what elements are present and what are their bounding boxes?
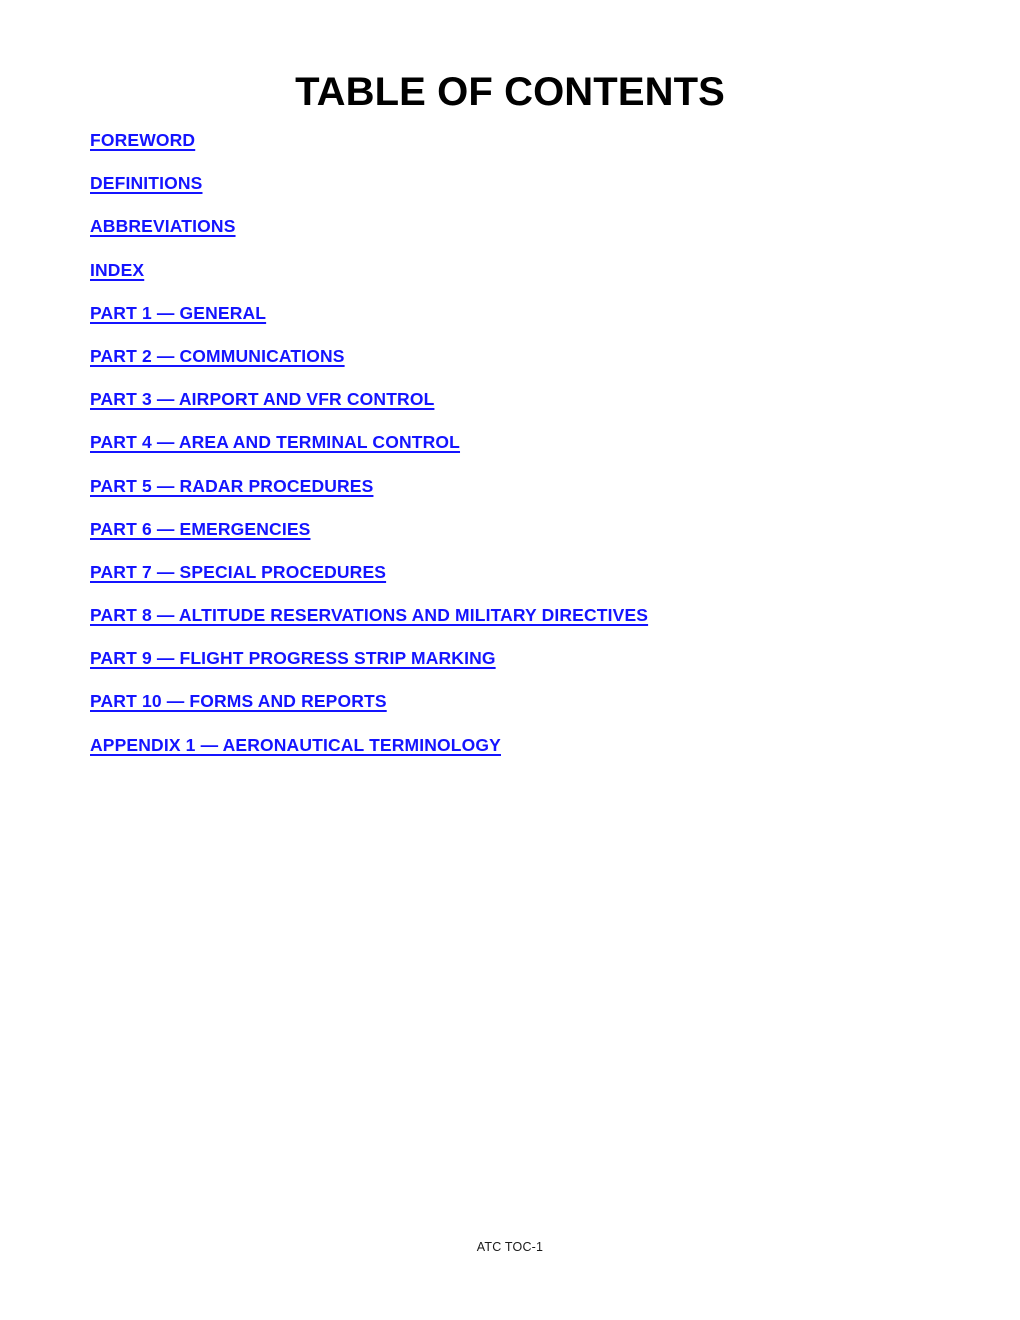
table-of-contents-list: FOREWORD DEFINITIONS ABBREVIATIONS INDEX… bbox=[90, 128, 950, 776]
toc-link-part-8-altitude-reservations-and-military-directives[interactable]: PART 8 — ALTITUDE RESERVATIONS AND MILIT… bbox=[90, 603, 648, 627]
list-item: PART 6 — EMERGENCIES bbox=[90, 517, 950, 560]
list-item: ABBREVIATIONS bbox=[90, 214, 950, 257]
list-item: PART 3 — AIRPORT AND VFR CONTROL bbox=[90, 387, 950, 430]
page-title: TABLE OF CONTENTS bbox=[295, 69, 725, 114]
toc-link-abbreviations[interactable]: ABBREVIATIONS bbox=[90, 214, 236, 238]
toc-link-definitions[interactable]: DEFINITIONS bbox=[90, 171, 203, 195]
list-item: PART 5 — RADAR PROCEDURES bbox=[90, 474, 950, 517]
list-item: PART 1 — GENERAL bbox=[90, 301, 950, 344]
toc-link-part-9-flight-progress-strip-marking[interactable]: PART 9 — FLIGHT PROGRESS STRIP MARKING bbox=[90, 646, 496, 670]
toc-link-part-6-emergencies[interactable]: PART 6 — EMERGENCIES bbox=[90, 517, 311, 541]
list-item: PART 2 — COMMUNICATIONS bbox=[90, 344, 950, 387]
toc-link-part-5-radar-procedures[interactable]: PART 5 — RADAR PROCEDURES bbox=[90, 474, 373, 498]
list-item: PART 8 — ALTITUDE RESERVATIONS AND MILIT… bbox=[90, 603, 950, 646]
page-footer: ATC TOC-1 bbox=[476, 1240, 544, 1254]
toc-link-part-10-forms-and-reports[interactable]: PART 10 — FORMS AND REPORTS bbox=[90, 689, 387, 713]
list-item: DEFINITIONS bbox=[90, 171, 950, 214]
document-page: TABLE OF CONTENTS FOREWORD DEFINITIONS A… bbox=[0, 0, 1020, 1320]
toc-link-foreword[interactable]: FOREWORD bbox=[90, 128, 195, 152]
list-item: PART 4 — AREA AND TERMINAL CONTROL bbox=[90, 430, 950, 473]
toc-link-part-7-special-procedures[interactable]: PART 7 — SPECIAL PROCEDURES bbox=[90, 560, 386, 584]
list-item: PART 9 — FLIGHT PROGRESS STRIP MARKING bbox=[90, 646, 950, 689]
toc-link-part-2-communications[interactable]: PART 2 — COMMUNICATIONS bbox=[90, 344, 345, 368]
toc-link-part-4-area-and-terminal-control[interactable]: PART 4 — AREA AND TERMINAL CONTROL bbox=[90, 430, 460, 454]
list-item: PART 7 — SPECIAL PROCEDURES bbox=[90, 560, 950, 603]
list-item: APPENDIX 1 — AERONAUTICAL TERMINOLOGY bbox=[90, 733, 950, 776]
toc-link-part-3-airport-and-vfr-control[interactable]: PART 3 — AIRPORT AND VFR CONTROL bbox=[90, 387, 434, 411]
list-item: PART 10 — FORMS AND REPORTS bbox=[90, 689, 950, 732]
toc-link-index[interactable]: INDEX bbox=[90, 258, 144, 282]
list-item: FOREWORD bbox=[90, 128, 950, 171]
toc-link-appendix-1-aeronautical-terminology[interactable]: APPENDIX 1 — AERONAUTICAL TERMINOLOGY bbox=[90, 733, 501, 757]
toc-link-part-1-general[interactable]: PART 1 — GENERAL bbox=[90, 301, 266, 325]
list-item: INDEX bbox=[90, 258, 950, 301]
